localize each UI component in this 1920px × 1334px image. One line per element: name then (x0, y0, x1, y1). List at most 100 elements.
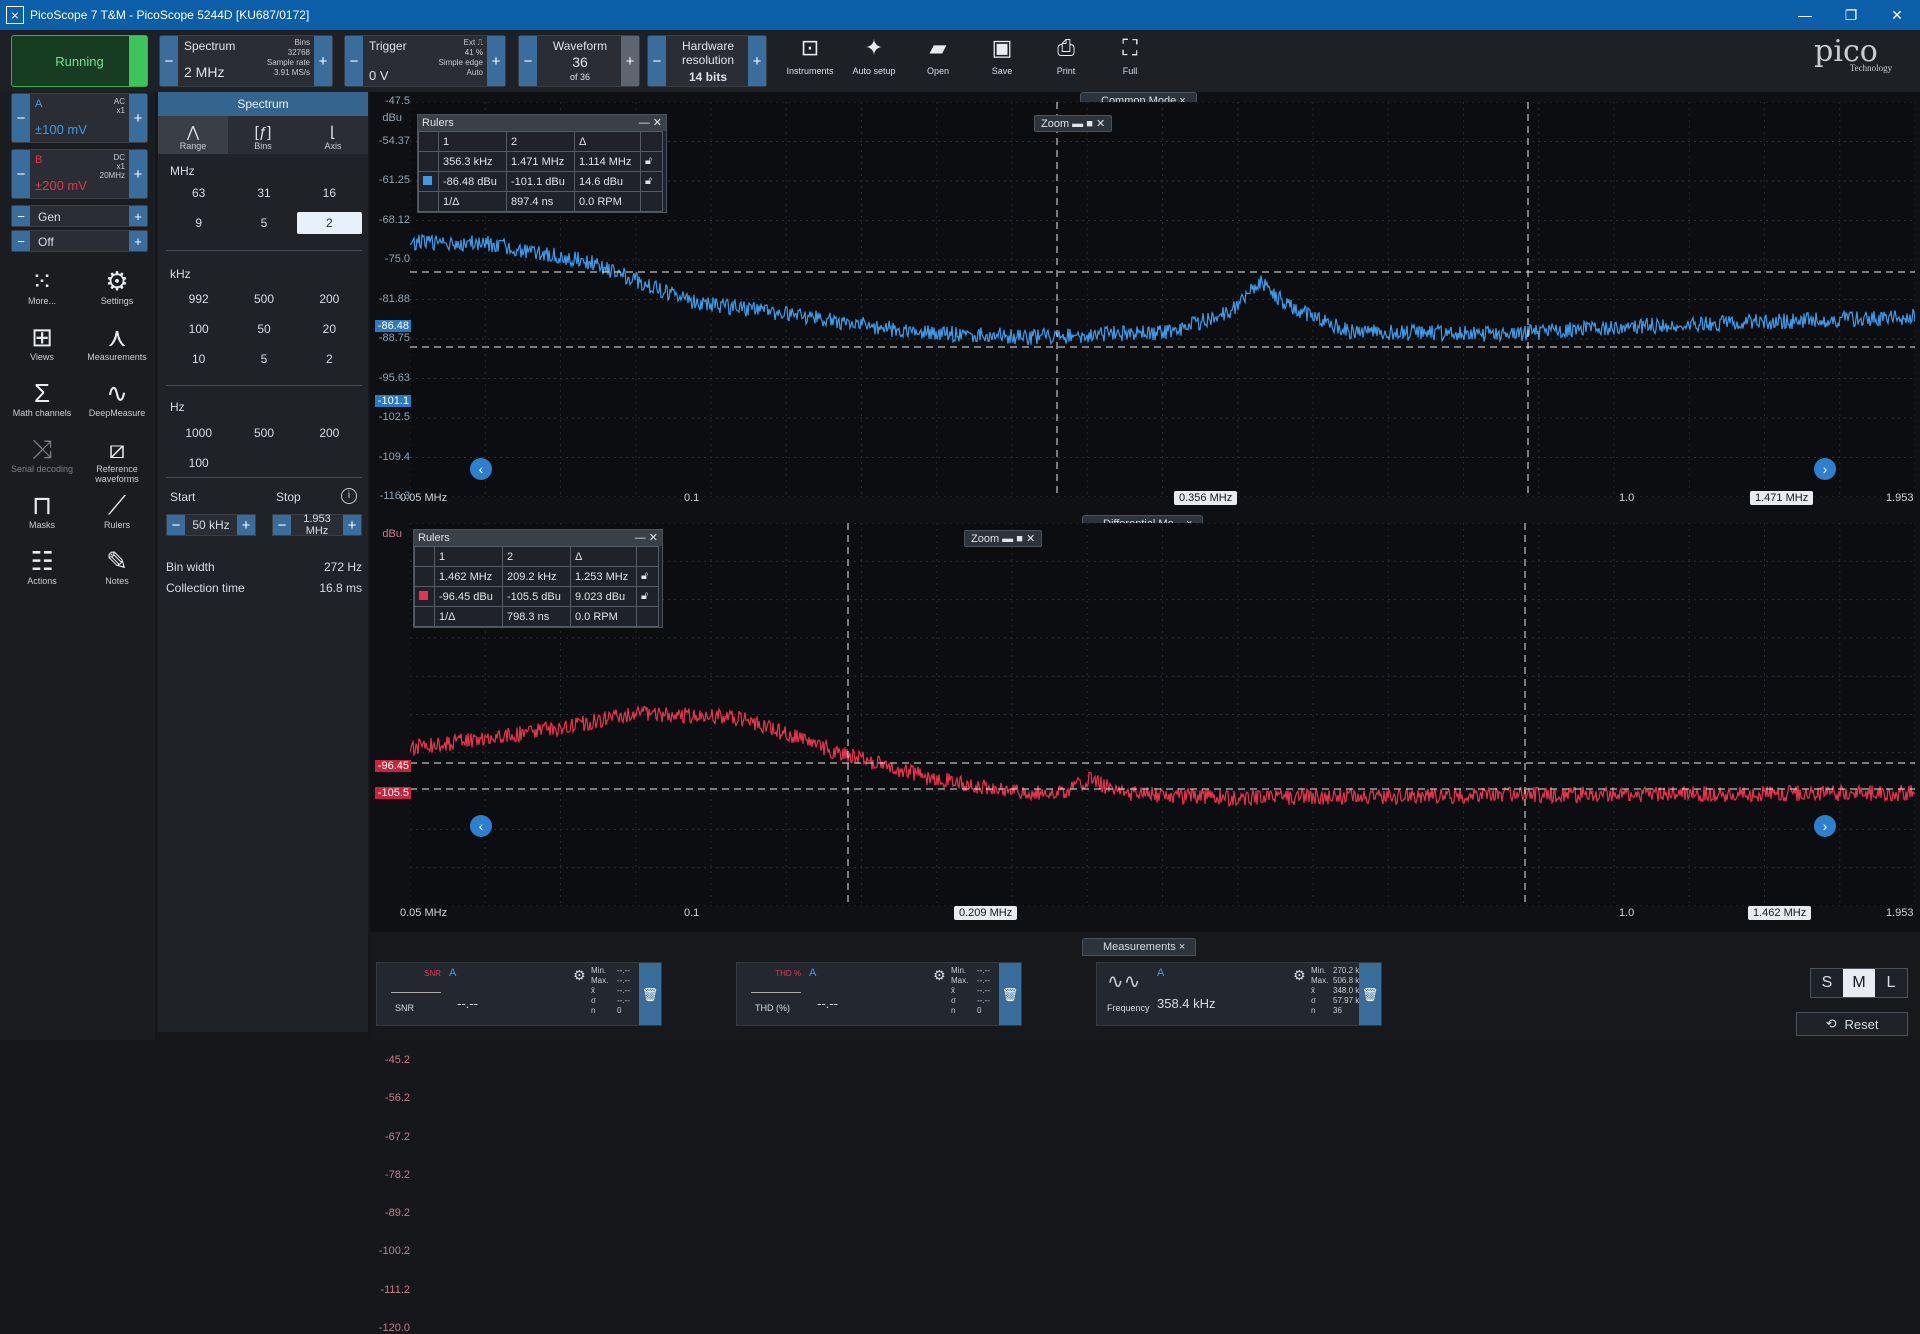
ruler-1-y-badge[interactable]: -86.48 (375, 320, 411, 332)
tab-range[interactable]: ⋀ Range (158, 116, 228, 154)
mode-minus-button[interactable]: − (160, 36, 178, 86)
range-option[interactable]: 100 (166, 318, 231, 340)
ruler-2-y-badge[interactable]: -105.5 (375, 787, 411, 799)
scroll-left-button[interactable]: ‹ (470, 815, 492, 837)
masks-button[interactable]: ⊓ Masks (7, 490, 77, 530)
zoom-control[interactable]: Zoom ▬ ■ ✕ (964, 530, 1042, 547)
settings-button[interactable]: ⚙ Settings (82, 266, 152, 306)
full-screen-button[interactable]: ⛶ Full (1100, 34, 1160, 88)
stop-frequency-input[interactable]: −1.953 MHz + (272, 514, 362, 536)
ruler-1-x-badge[interactable]: 0.209 MHz (954, 906, 1017, 920)
channel-b-minus-button[interactable]: − (12, 150, 30, 198)
save-button[interactable]: ▣ Save (972, 34, 1032, 88)
scroll-right-button[interactable]: › (1814, 815, 1836, 837)
range-option[interactable]: 500 (231, 288, 296, 310)
print-button[interactable]: ⎙ Print (1036, 34, 1096, 88)
range-option[interactable]: 2 (297, 348, 362, 370)
measurement-card-thd[interactable]: THD % A THD (%) --.-- ⚙ Min. Max. x̄ σ n --.… (736, 962, 1022, 1026)
ruler-2-y-badge[interactable]: -101.1 (375, 395, 411, 407)
tab-axis[interactable]: ⌊ Axis (298, 116, 368, 154)
close-button[interactable]: ✕ (1874, 0, 1920, 30)
range-option[interactable]: 200 (297, 288, 362, 310)
more-button[interactable]: ⁙ More... (7, 266, 77, 306)
ruler-1-x-badge[interactable]: 0.356 MHz (1174, 491, 1237, 505)
mode-plus-button[interactable]: + (314, 36, 332, 86)
measurement-card-frequency[interactable]: ∿∿ A Frequency 358.4 kHz ⚙ Min. Max. x̄ σ n … (1096, 962, 1382, 1026)
deepmeasure-button[interactable]: ∿ DeepMeasure (82, 378, 152, 418)
actions-button[interactable]: ☷ Actions (7, 546, 77, 586)
signal-generator-control[interactable]: − Gen + (11, 205, 148, 227)
waveform-next-button[interactable]: + (621, 36, 639, 86)
channel-a-plus-button[interactable]: + (129, 94, 147, 142)
notes-button[interactable]: ✎ Notes (82, 546, 152, 586)
range-option-selected[interactable]: 2 (297, 212, 362, 234)
range-option[interactable]: 500 (231, 422, 296, 444)
channel-a-control[interactable]: − A ±100 mV AC x1 + (11, 93, 148, 143)
math-channels-button[interactable]: Σ Math channels (7, 378, 77, 418)
lock-icon[interactable]: 🔓︎ (641, 152, 663, 172)
off-minus-button[interactable]: − (12, 231, 30, 251)
delete-measurement-button[interactable]: 🗑︎ (639, 963, 661, 1025)
measurements-title[interactable]: Measurements × (1082, 938, 1196, 956)
channel-b-plus-button[interactable]: + (129, 150, 147, 198)
range-option[interactable]: 10 (166, 348, 231, 370)
range-option[interactable]: 1000 (166, 422, 231, 444)
range-option[interactable]: 5 (231, 348, 296, 370)
gear-icon[interactable]: ⚙ (573, 967, 586, 984)
instruments-button[interactable]: ⊡ Instruments (780, 34, 840, 88)
ruler-1-y-badge[interactable]: -96.45 (375, 760, 411, 772)
reset-button[interactable]: ⟲ Reset (1796, 1012, 1908, 1036)
zoom-control[interactable]: Zoom ▬ ■ ✕ (1034, 115, 1112, 132)
range-option[interactable]: 50 (231, 318, 296, 340)
mode-selector[interactable]: − Spectrum 2 MHz Bins 32768 Sample rate 3.9… (159, 35, 333, 87)
trigger-plus-button[interactable]: + (487, 36, 505, 86)
scroll-right-button[interactable]: › (1814, 458, 1836, 480)
off-plus-button[interactable]: + (129, 231, 147, 251)
maximize-button[interactable]: ❐ (1828, 0, 1874, 30)
size-large-button[interactable]: L (1875, 969, 1907, 997)
info-icon[interactable]: i (341, 488, 357, 504)
range-option[interactable]: 63 (166, 182, 231, 204)
waveform-prev-button[interactable]: − (519, 36, 537, 86)
gear-icon[interactable]: ⚙ (933, 967, 946, 984)
range-option[interactable]: 16 (297, 182, 362, 204)
gear-icon[interactable]: ⚙ (1293, 967, 1306, 984)
range-option[interactable]: 20 (297, 318, 362, 340)
measurement-card-snr[interactable]: SNR A SNR --.-- ⚙ Min. Max. x̄ σ n --.-- --.-… (376, 962, 662, 1026)
range-option[interactable]: 9 (166, 212, 231, 234)
trigger-minus-button[interactable]: − (345, 36, 363, 86)
ruler-2-x-badge[interactable]: 1.471 MHz (1750, 491, 1813, 505)
gen-plus-button[interactable]: + (129, 206, 147, 226)
delete-measurement-button[interactable]: 🗑︎ (1359, 963, 1381, 1025)
open-button[interactable]: ▰ Open (908, 34, 968, 88)
tab-bins[interactable]: [ƒ] Bins (228, 116, 298, 154)
range-option[interactable]: 992 (166, 288, 231, 310)
auto-setup-button[interactable]: ✦ Auto setup (844, 34, 904, 88)
serial-decoding-button[interactable]: ⤨ Serial decoding (7, 434, 77, 474)
delete-measurement-button[interactable]: 🗑︎ (999, 963, 1021, 1025)
measurements-button[interactable]: ⋏ Measurements (82, 322, 152, 362)
channel-b-control[interactable]: − B ±200 mV DC x1 20MHz + (11, 149, 148, 199)
stop-minus-button[interactable]: − (273, 515, 291, 535)
resolution-plus-button[interactable]: + (748, 36, 766, 86)
run-stop-button[interactable]: Running (11, 35, 148, 87)
range-option[interactable]: 100 (166, 452, 231, 474)
size-small-button[interactable]: S (1811, 969, 1843, 997)
lock-icon[interactable]: 🔓︎ (637, 567, 659, 587)
lock-icon[interactable]: 🔓︎ (637, 587, 659, 607)
trigger-control[interactable]: − Trigger 0 V Ext ⎍ 41 % Simple edge Auto + (344, 35, 506, 87)
lock-icon[interactable]: 🔓︎ (641, 172, 663, 192)
start-minus-button[interactable]: − (167, 515, 185, 535)
reference-waveforms-button[interactable]: ⧄ Reference waveforms (82, 434, 152, 484)
scroll-left-button[interactable]: ‹ (470, 458, 492, 480)
resolution-minus-button[interactable]: − (648, 36, 666, 86)
stop-plus-button[interactable]: + (343, 515, 361, 535)
ruler-2-x-badge[interactable]: 1.462 MHz (1748, 906, 1811, 920)
channel-a-minus-button[interactable]: − (12, 94, 30, 142)
views-button[interactable]: ⊞ Views (7, 322, 77, 362)
off-control[interactable]: − Off + (11, 230, 148, 252)
hardware-resolution-selector[interactable]: − Hardware resolution 14 bits + (647, 35, 767, 87)
range-option[interactable]: 31 (231, 182, 296, 204)
start-frequency-input[interactable]: −50 kHz + (166, 514, 256, 536)
size-medium-button[interactable]: M (1843, 969, 1875, 997)
